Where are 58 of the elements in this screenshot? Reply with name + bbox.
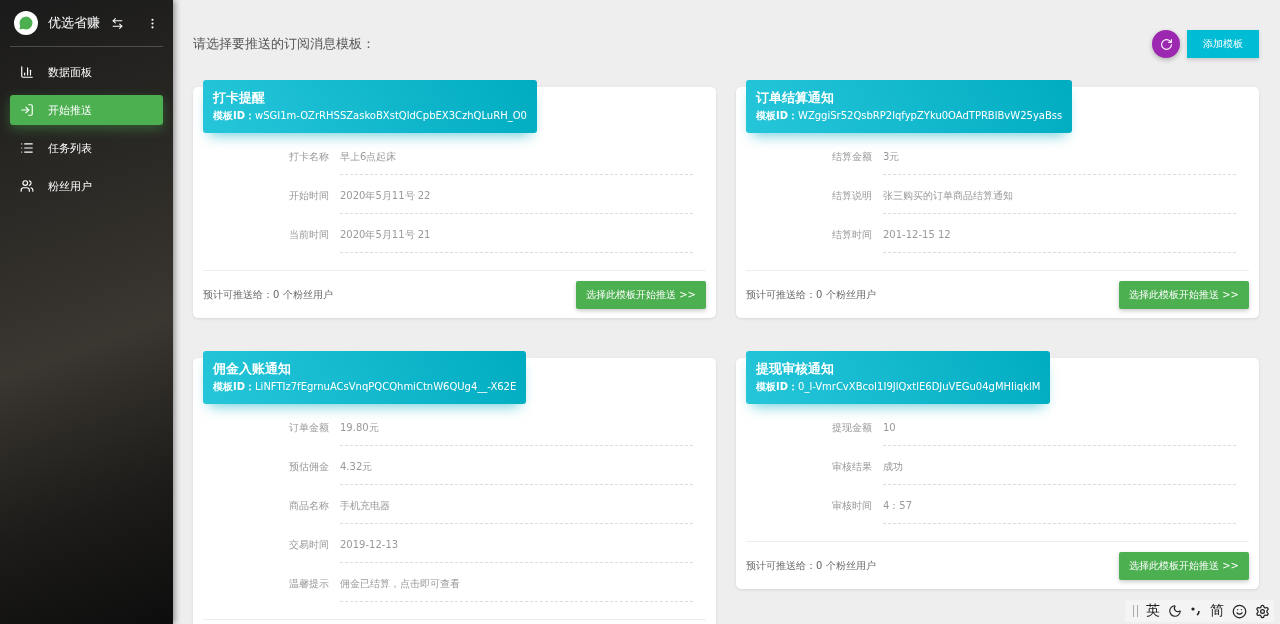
field-label: 商品名称 <box>288 500 329 513</box>
sidebar-item[interactable]: 数据面板 <box>10 57 163 87</box>
bar-chart-icon <box>20 65 34 79</box>
field-value: 成功 <box>883 461 1236 485</box>
ime-mode[interactable]: 英 <box>1146 602 1160 620</box>
recipient-count: 预计可推送给：0 个粉丝用户 <box>746 289 876 301</box>
field-label: 订单金额 <box>288 422 329 435</box>
swap-icon[interactable] <box>111 16 124 30</box>
refresh-button[interactable] <box>1152 30 1180 58</box>
field-value: 佣金已结算，点击即可查看 <box>340 578 693 602</box>
brand-name: 优选省赚 <box>48 14 101 32</box>
enter-icon <box>20 103 34 117</box>
list-icon <box>20 141 34 155</box>
moon-icon[interactable] <box>1168 604 1182 618</box>
field-label: 结算时间 <box>831 229 872 242</box>
page-heading: 请选择要推送的订阅消息模板： <box>193 36 375 52</box>
field-value: 10 <box>883 422 1236 446</box>
sidebar-item[interactable]: 粉丝用户 <box>10 171 163 201</box>
recipient-count: 预计可推送给：0 个粉丝用户 <box>203 289 333 301</box>
field-value: 2020年5月11号 22 <box>340 190 693 214</box>
users-icon <box>20 179 34 193</box>
field-value: 201-12-15 12 <box>883 229 1236 253</box>
field-label: 结算说明 <box>831 190 872 203</box>
field-label: 交易时间 <box>288 539 329 552</box>
template-id: 模板ID：0_l-VmrCvXBcoI1I9JlQxtlE6DJuVEGu04gMHIiqklM <box>756 381 1041 393</box>
field-label: 开始时间 <box>288 190 329 203</box>
field-value: 3元 <box>883 151 1236 175</box>
field-label: 预估佣金 <box>288 461 329 474</box>
field-value: 19.80元 <box>340 422 693 446</box>
field-value: 2020年5月11号 21 <box>340 229 693 253</box>
settings-icon[interactable] <box>1255 603 1270 619</box>
field-value: 早上6点起床 <box>340 151 693 175</box>
field-label: 温馨提示 <box>288 578 329 591</box>
template-title: 提现审核通知 <box>756 361 835 377</box>
field-value: 手机充电器 <box>340 500 693 524</box>
field-label: 提现金额 <box>831 422 872 435</box>
field-value: 2019-12-13 <box>340 539 693 563</box>
punctuation-icon[interactable] <box>1190 605 1202 617</box>
template-id: 模板ID：LiNFTIz7fEgrnuACsVnqPQCQhmiCtnW6QUg4__-X62E <box>213 381 517 393</box>
sidebar-item[interactable]: 任务列表 <box>10 133 163 163</box>
template-title: 订单结算通知 <box>756 90 835 106</box>
emoji-icon[interactable] <box>1232 603 1247 619</box>
field-value: 张三购买的订单商品结算通知 <box>883 190 1236 214</box>
field-label: 审核结果 <box>831 461 872 474</box>
template-title: 佣金入账通知 <box>213 361 292 377</box>
template-id: 模板ID：wSGI1m-OZrRHSSZaskoBXstQldCpbEX3CzhQLuRH_O0 <box>213 110 527 122</box>
field-label: 打卡名称 <box>288 151 329 164</box>
field-label: 审核时间 <box>831 500 872 513</box>
field-label: 当前时间 <box>288 229 329 242</box>
ime-script[interactable]: 简 <box>1210 602 1224 620</box>
template-id: 模板ID：WZggiSr52QsbRP2lqfypZYku0OAdTPRBlBvW25yaBss <box>756 110 1063 122</box>
recipient-count: 预计可推送给：0 个粉丝用户 <box>746 560 876 572</box>
field-value: 4：57 <box>883 500 1236 524</box>
app-logo-icon <box>14 11 38 35</box>
field-label: 结算金额 <box>831 151 872 164</box>
refresh-icon <box>1159 37 1173 51</box>
field-value: 4.32元 <box>340 461 693 485</box>
template-title: 打卡提醒 <box>213 90 266 106</box>
